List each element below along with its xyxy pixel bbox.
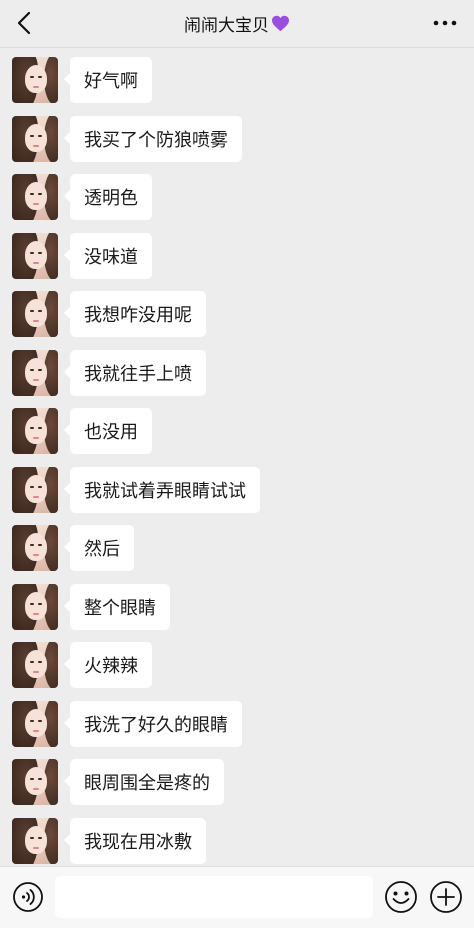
contact-avatar[interactable] xyxy=(12,57,58,103)
contact-avatar[interactable] xyxy=(12,291,58,337)
plus-icon xyxy=(430,881,462,913)
message-bubble[interactable]: 眼周围全是疼的 xyxy=(64,759,224,805)
contact-avatar[interactable] xyxy=(12,466,58,513)
chat-header: 闹闹大宝贝 xyxy=(0,0,474,48)
contact-avatar[interactable] xyxy=(12,642,58,688)
message-bubble[interactable]: 整个眼睛 xyxy=(64,583,170,630)
message-bubble[interactable]: 我就试着弄眼睛试试 xyxy=(64,466,260,513)
contact-avatar[interactable] xyxy=(12,817,58,864)
message-bubble[interactable]: 透明色 xyxy=(64,174,152,220)
message-bubble[interactable]: 然后 xyxy=(64,525,134,571)
back-button[interactable] xyxy=(8,6,40,40)
message-row: 我就试着弄眼睛试试 xyxy=(0,458,474,513)
message-row: 我想咋没用呢 xyxy=(0,282,474,337)
contact-avatar[interactable] xyxy=(12,700,58,747)
message-row: 眼周围全是疼的 xyxy=(0,750,474,805)
message-row: 没味道 xyxy=(0,224,474,279)
emoji-button[interactable] xyxy=(384,880,418,914)
contact-name[interactable]: 闹闹大宝贝 xyxy=(184,11,269,36)
message-bubble[interactable]: 好气啊 xyxy=(64,57,152,103)
message-bubble[interactable]: 没味道 xyxy=(64,232,152,279)
message-input[interactable] xyxy=(55,876,373,918)
message-bubble[interactable]: 我就往手上喷 xyxy=(64,349,206,396)
message-row: 火辣辣 xyxy=(0,633,474,688)
contact-avatar[interactable] xyxy=(12,115,58,162)
message-row: 好气啊 xyxy=(0,48,474,103)
message-row: 我现在用冰敷 xyxy=(0,809,474,864)
chat-title: 闹闹大宝贝 xyxy=(0,0,474,46)
more-dots-icon xyxy=(433,20,457,26)
message-row: 我就往手上喷 xyxy=(0,341,474,396)
message-list[interactable]: 好气啊 我买了个防狼喷雾 透明色 没味道 我想咋没用呢 我就往手上喷 也没用 我… xyxy=(0,48,474,866)
message-bubble[interactable]: 我洗了好久的眼睛 xyxy=(64,700,242,747)
contact-avatar[interactable] xyxy=(12,232,58,279)
message-bubble[interactable]: 火辣辣 xyxy=(64,642,152,688)
message-row: 透明色 xyxy=(0,165,474,220)
message-row: 我洗了好久的眼睛 xyxy=(0,692,474,747)
more-options-button[interactable] xyxy=(430,8,460,38)
message-bubble[interactable]: 我现在用冰敷 xyxy=(64,817,206,864)
contact-avatar[interactable] xyxy=(12,408,58,454)
message-row: 也没用 xyxy=(0,399,474,454)
message-row: 整个眼睛 xyxy=(0,575,474,630)
voice-icon xyxy=(13,882,43,912)
chevron-left-icon xyxy=(17,11,31,35)
message-bubble[interactable]: 我想咋没用呢 xyxy=(64,291,206,337)
more-functions-button[interactable] xyxy=(429,880,463,914)
contact-avatar[interactable] xyxy=(12,759,58,805)
message-bubble[interactable]: 我买了个防狼喷雾 xyxy=(64,115,242,162)
message-row: 然后 xyxy=(0,516,474,571)
voice-button[interactable] xyxy=(12,881,44,913)
input-bar xyxy=(0,866,474,928)
message-bubble[interactable]: 也没用 xyxy=(64,408,152,454)
contact-avatar[interactable] xyxy=(12,525,58,571)
contact-avatar[interactable] xyxy=(12,583,58,630)
chat-screen: 闹闹大宝贝 好气啊 我买了个防狼喷雾 透明色 没味道 我想咋没用呢 我就往手上喷… xyxy=(0,0,474,928)
purple-heart-icon xyxy=(272,15,289,31)
message-row: 我买了个防狼喷雾 xyxy=(0,107,474,162)
contact-avatar[interactable] xyxy=(12,174,58,220)
contact-avatar[interactable] xyxy=(12,349,58,396)
emoji-icon xyxy=(385,881,417,913)
